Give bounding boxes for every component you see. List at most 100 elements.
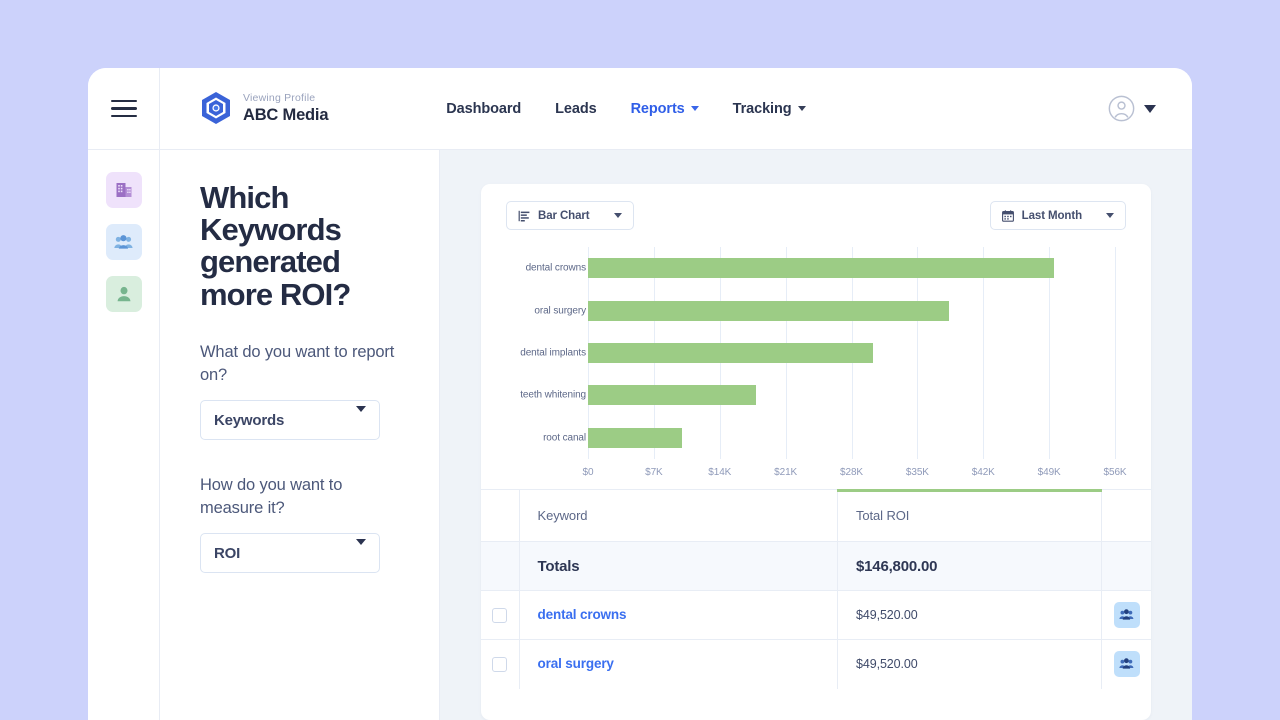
group-icon (1119, 609, 1134, 620)
icon-rail (88, 150, 160, 720)
totals-label-cell: Totals (519, 541, 839, 591)
actions-header (1101, 489, 1151, 542)
bar-chart-icon (518, 210, 530, 221)
chart-bar[interactable] (588, 258, 1055, 279)
chart-category-label: oral surgery (534, 305, 586, 317)
row-checkbox-cell[interactable] (481, 590, 520, 640)
hamburger-icon (110, 99, 137, 118)
column-header-keyword: Keyword (519, 489, 839, 542)
caret-down-icon (1144, 104, 1156, 113)
row-checkbox[interactable] (492, 656, 508, 672)
rail-item-groups[interactable] (105, 224, 142, 260)
nav-item-dashboard[interactable]: Dashboard (446, 101, 521, 117)
group-icon (114, 235, 133, 249)
chart-x-tick-label: $21K (774, 467, 798, 478)
report-on-value: Keywords (214, 411, 285, 429)
roi-value: $49,520.00 (856, 608, 918, 622)
totals-spacer-cell (481, 541, 520, 591)
chart-x-tick-label: $14K (708, 467, 732, 478)
chart-area: dental crowns oral surgery dental implants… (481, 247, 1151, 489)
nav-item-tracking[interactable]: Tracking (733, 101, 806, 117)
report-card: Bar Chart Last Month dental crowns oral … (481, 184, 1151, 720)
row-action-cell[interactable] (1101, 639, 1151, 689)
chart-gridline (983, 247, 985, 459)
chart-category-labels: dental crowns oral surgery dental implants… (506, 247, 586, 459)
rail-item-company[interactable] (105, 172, 142, 208)
measure-by-select[interactable]: ROI (200, 533, 380, 574)
chart-x-tick-label: $49K (1037, 467, 1061, 478)
nav-item-label: Dashboard (446, 100, 522, 117)
app-body: Which Keywords generated more ROI? What … (88, 150, 1192, 720)
chart-type-select[interactable]: Bar Chart (506, 201, 634, 230)
report-table: Keyword Total ROI Totals $146,800.00 denta… (481, 489, 1151, 689)
chart-gridline (917, 247, 919, 459)
roi-value: $49,520.00 (856, 657, 918, 672)
totals-action-cell (1101, 541, 1151, 591)
bar-chart: dental crowns oral surgery dental implants… (506, 247, 1116, 459)
report-table-wrap: Keyword Total ROI Totals $146,800.00 denta… (481, 489, 1151, 720)
group-icon (1119, 658, 1134, 669)
brand-name: ABC Media (243, 105, 329, 124)
row-roi-cell: $49,520.00 (837, 639, 1103, 689)
row-keyword-cell: dental crowns (519, 590, 839, 640)
caret-down-icon (1106, 213, 1114, 218)
row-checkbox[interactable] (492, 607, 508, 623)
brand-kicker: Viewing Profile (243, 91, 316, 104)
chart-bar[interactable] (588, 385, 757, 406)
nav-item-label: Tracking (732, 100, 792, 117)
app-window: Viewing Profile ABC Media Dashboard Lead… (88, 68, 1192, 720)
account-menu[interactable] (1108, 95, 1156, 122)
date-range-label: Last Month (1021, 209, 1082, 222)
measure-by-value: ROI (214, 544, 241, 562)
chart-x-tick-label: $0 (582, 467, 594, 478)
chart-x-tick-label: $28K (840, 467, 863, 478)
keyword-link[interactable]: oral surgery (538, 656, 614, 671)
question-panel: Which Keywords generated more ROI? What … (160, 150, 440, 720)
chart-bar[interactable] (588, 427, 683, 448)
menu-toggle-button[interactable] (88, 68, 160, 150)
nav-item-leads[interactable]: Leads (555, 100, 597, 117)
caret-down-icon (356, 538, 366, 562)
table-header-row: Keyword Total ROI (481, 489, 1151, 542)
chart-bar[interactable] (588, 343, 874, 363)
column-header-total-roi: Total ROI (837, 489, 1103, 542)
nav-item-label: Leads (555, 100, 597, 117)
chart-category-label: dental implants (520, 347, 586, 359)
rail-item-person[interactable] (105, 276, 142, 312)
nav-item-reports[interactable]: Reports (631, 101, 699, 117)
chart-x-tick-label: $35K (905, 467, 929, 478)
page-title: Which Keywords generated more ROI? (200, 180, 351, 312)
column-header-label: Total ROI (856, 508, 910, 523)
person-icon (117, 286, 130, 302)
row-roi-cell: $49,520.00 (837, 590, 1103, 640)
date-range-select[interactable]: Last Month (989, 201, 1126, 230)
main-nav: Dashboard Leads Reports Tracking (446, 100, 806, 117)
chart-bar[interactable] (588, 300, 950, 321)
nav-item-label: Reports (630, 100, 685, 117)
table-row[interactable]: dental crowns $49,520.00 (481, 590, 1151, 640)
calendar-icon (1001, 209, 1014, 222)
brand-block[interactable]: Viewing Profile ABC Media (200, 91, 328, 127)
keyword-link[interactable]: dental crowns (538, 607, 627, 622)
chart-category-label: dental crowns (525, 262, 587, 274)
user-circle-icon (1108, 95, 1135, 122)
view-group-button[interactable] (1113, 602, 1140, 628)
report-on-select[interactable]: Keywords (200, 400, 380, 441)
column-accent-bar (837, 489, 1103, 492)
report-on-label: What do you want to report on? (200, 342, 395, 384)
view-group-button[interactable] (1113, 651, 1140, 678)
chart-category-label: teeth whitening (520, 389, 586, 401)
chevron-down-icon (797, 106, 806, 111)
row-checkbox-cell[interactable] (481, 639, 520, 689)
select-all-header (481, 489, 520, 542)
chart-plot (588, 247, 1116, 459)
chart-x-axis: $0 $7K $14K $21K $28K $35K $42K $49K $56K (583, 459, 1127, 489)
table-row[interactable]: oral surgery $49,520.00 (481, 639, 1151, 689)
row-action-cell[interactable] (1101, 590, 1151, 640)
hexagon-logo-icon (202, 92, 230, 125)
chart-x-tick-label: $42K (971, 467, 995, 478)
chart-gridline (1049, 247, 1051, 459)
caret-down-icon (613, 213, 622, 218)
row-keyword-cell: oral surgery (519, 639, 839, 689)
caret-down-icon (356, 405, 366, 429)
